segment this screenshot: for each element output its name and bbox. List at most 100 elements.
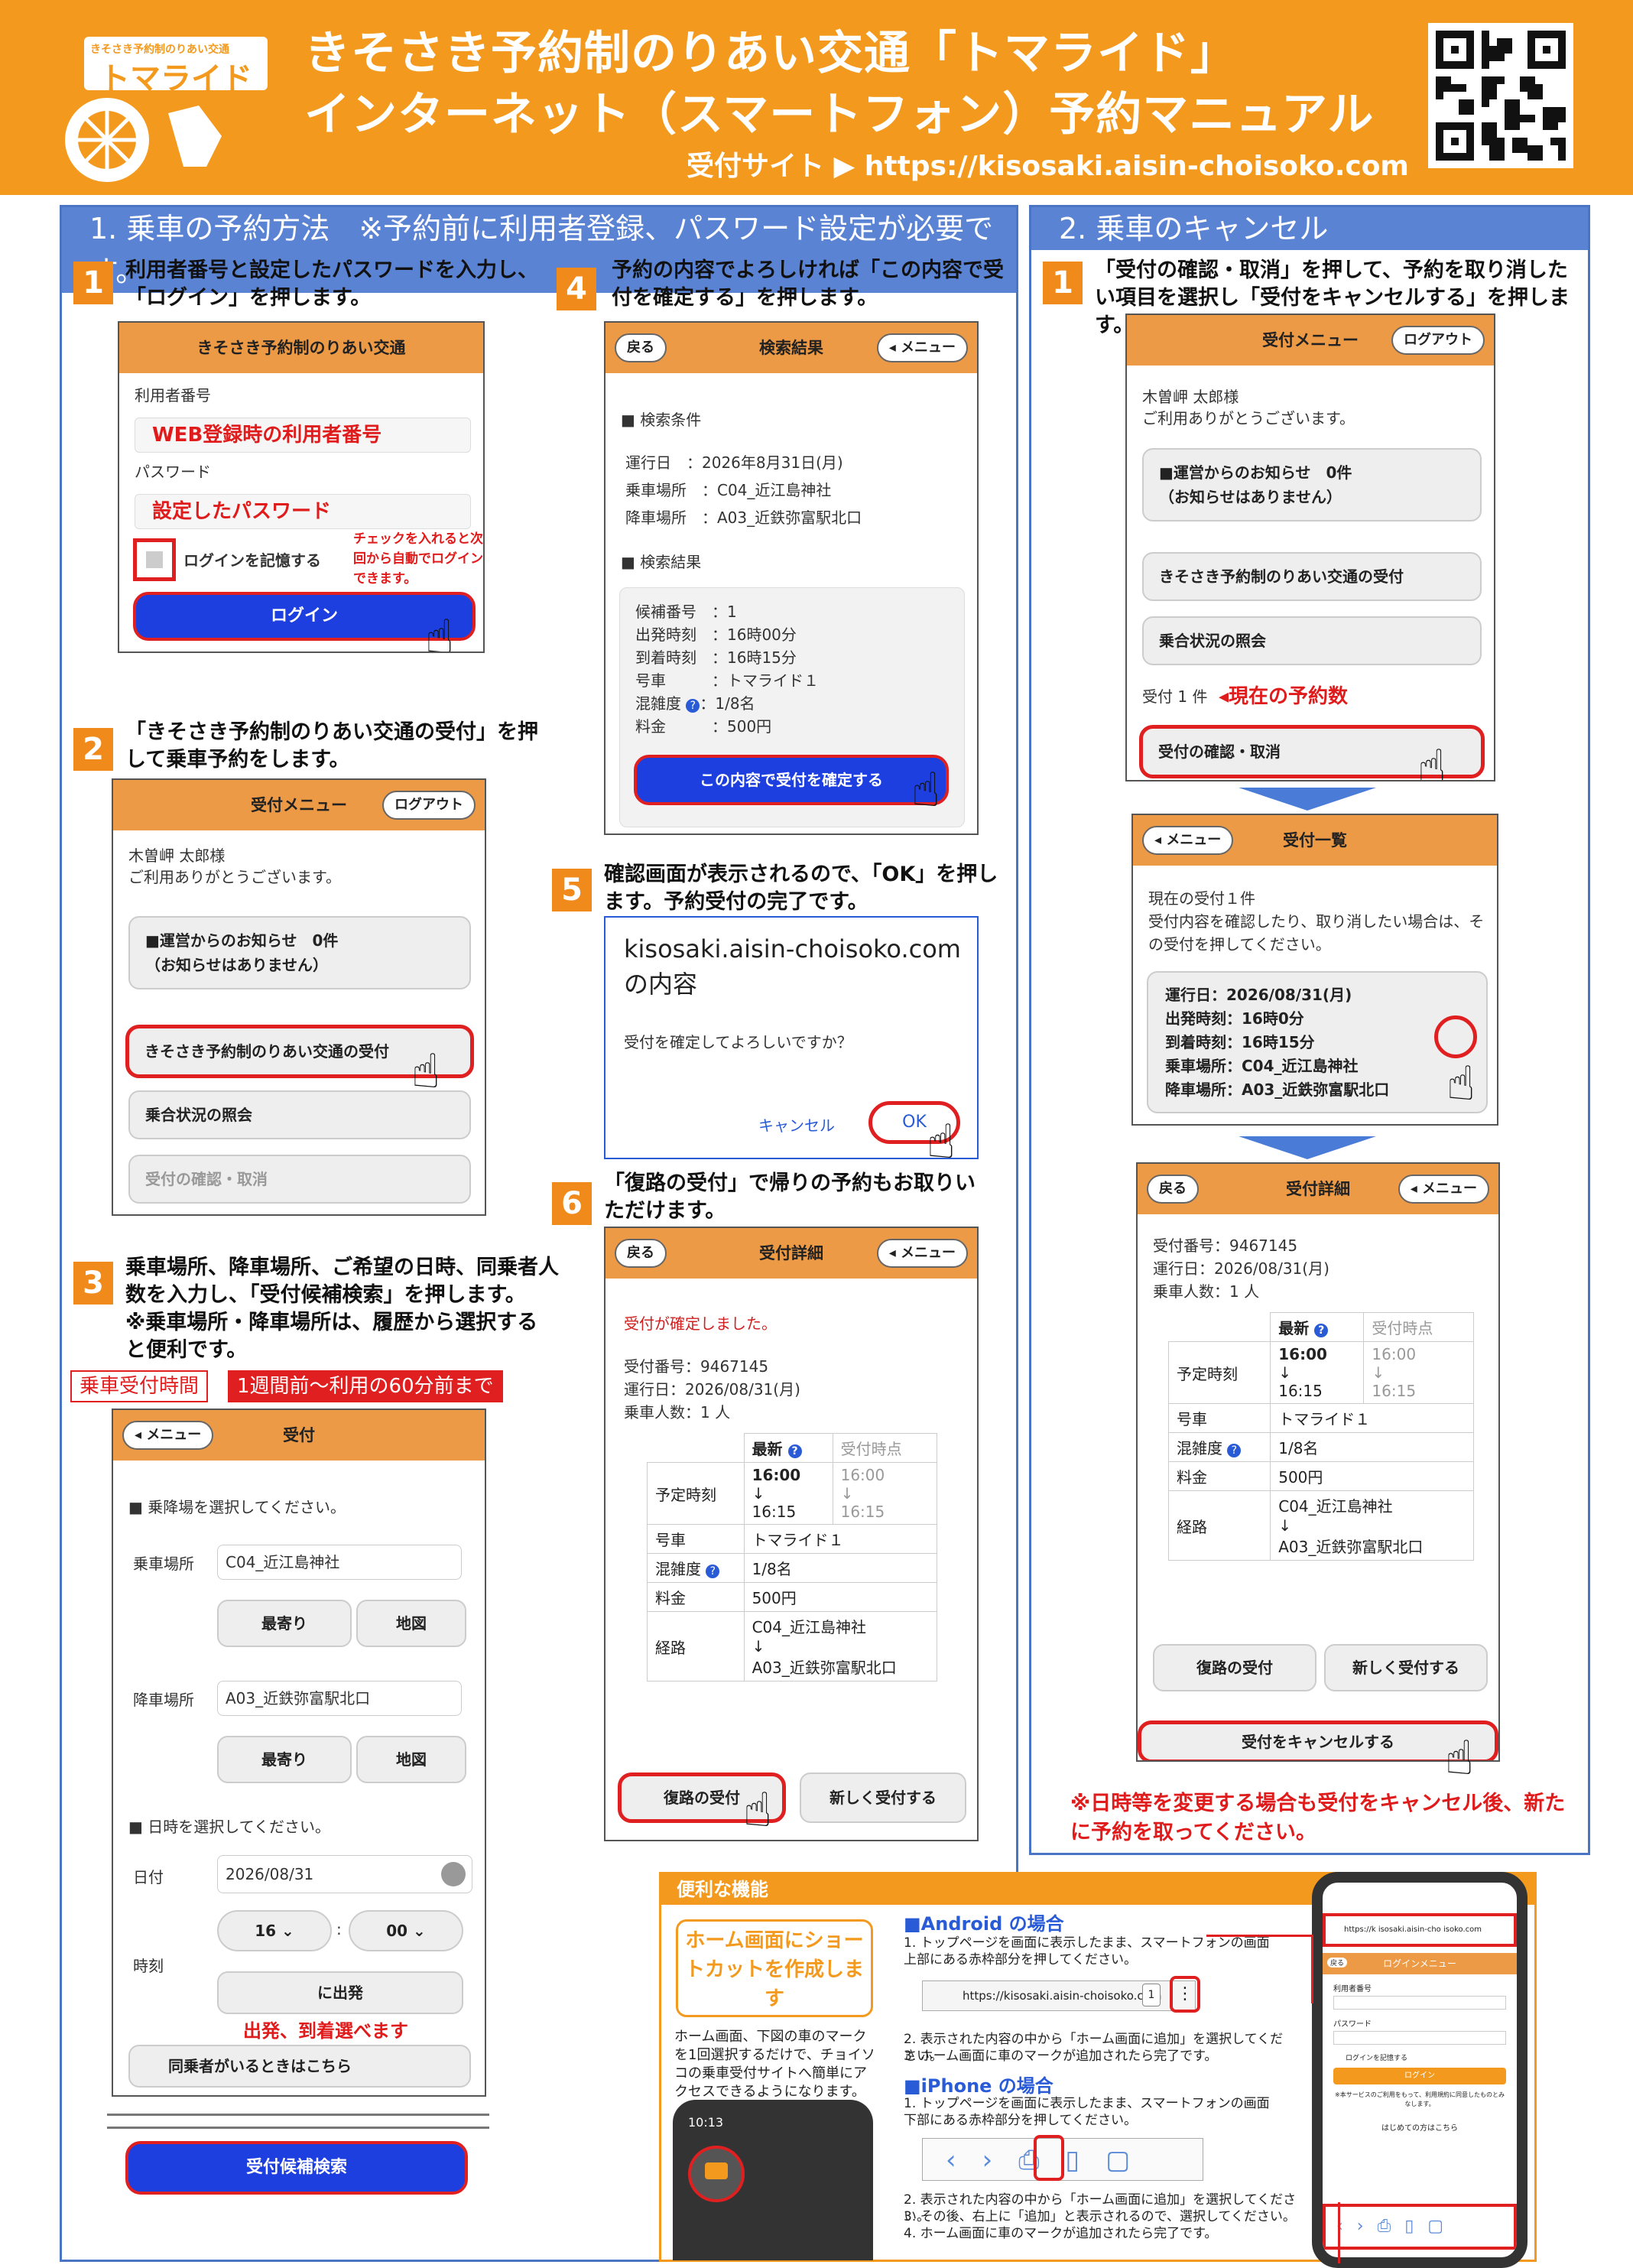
menu-button[interactable]: ◂ メニュー: [122, 1421, 214, 1450]
board-map-button[interactable]: 地図: [356, 1600, 466, 1647]
item-depart: 出発時刻：16時0分: [1165, 1009, 1304, 1028]
date-input[interactable]: 2026/08/31: [217, 1855, 472, 1893]
android-more-icon[interactable]: ⋮: [1170, 1976, 1200, 2013]
alight-nearest-button[interactable]: 最寄り: [217, 1736, 352, 1783]
congestion-label: 混雑度: [655, 1560, 701, 1578]
phone-url-bar[interactable]: https://k isosaki.aisin-cho isoko.com: [1323, 1913, 1517, 1947]
remember-note: チェックを入れると次回から自動でログインできます。: [353, 531, 483, 586]
cancel-detail-title: 受付詳細: [1286, 1180, 1350, 1198]
back-button[interactable]: 戻る: [615, 333, 667, 362]
time-latest-end: 16:15: [1278, 1382, 1323, 1400]
help-icon[interactable]: ?: [686, 699, 700, 713]
step-1-number: 1: [73, 262, 113, 304]
qr-code[interactable]: [1428, 23, 1573, 168]
help-icon[interactable]: ?: [1314, 1324, 1329, 1337]
row-route-label: 経路: [1167, 1490, 1271, 1561]
time-booked-end: 16:15: [1372, 1382, 1417, 1400]
row-fee-label: 料金: [647, 1582, 745, 1612]
logout-button[interactable]: ログアウト: [1391, 326, 1485, 355]
result-car: 号車 ：トマライド１: [635, 671, 819, 690]
board-nearest-button[interactable]: 最寄り: [217, 1600, 352, 1647]
remember-checkbox[interactable]: [133, 538, 176, 581]
password-input[interactable]: 設定したパスワード: [135, 494, 471, 529]
row-time-label: 予定時刻: [1167, 1341, 1271, 1404]
shortcut-desc: ホーム画面、下図の車のマークを1回選択するだけで、チョイソコの乗車受付サイトへ簡…: [674, 2029, 875, 2100]
back-button[interactable]: 戻る: [1147, 1175, 1199, 1204]
phone-time: 10:13: [688, 2115, 724, 2130]
menu-status-button[interactable]: 乗合状況の照会: [1142, 616, 1482, 665]
help-icon[interactable]: ?: [1227, 1444, 1242, 1457]
booking-count: 受付 1 件: [1142, 687, 1208, 706]
menu-button-label: メニュー: [901, 340, 956, 356]
time-booked-start: 16:00: [840, 1466, 885, 1484]
logout-button[interactable]: ログアウト: [382, 791, 476, 820]
minute-select[interactable]: 00 ⌄: [349, 1910, 463, 1951]
new-booking-button[interactable]: 新しく受付する: [800, 1772, 966, 1823]
alight-map-button[interactable]: 地図: [356, 1736, 466, 1783]
booking-form-title: 受付: [283, 1426, 315, 1444]
date-label: 日付: [133, 1868, 164, 1886]
route-from: C04_近江島神社: [1278, 1497, 1393, 1516]
search-results-heading: ■ 検索結果: [621, 553, 702, 571]
booking-list-header: ◂ メニュー 受付一覧: [1133, 815, 1497, 866]
step-6-number: 6: [552, 1182, 592, 1225]
tab-count-icon[interactable]: 1: [1142, 1984, 1161, 2006]
phone-pass-input[interactable]: [1333, 2031, 1506, 2045]
menu-confirm-button[interactable]: 受付の確認・取消: [128, 1155, 471, 1204]
dialog-cancel-button[interactable]: キャンセル: [758, 1113, 835, 1136]
login-screen-header: きそさき予約制のりあい交通: [119, 323, 483, 373]
menu-button[interactable]: ◂ メニュー: [876, 333, 968, 362]
item-date: 運行日：2026/08/31(月): [1165, 986, 1352, 1004]
congestion-value: ：1/8名: [700, 694, 755, 713]
help-icon[interactable]: ?: [787, 1444, 802, 1458]
board-select[interactable]: C04_近江島神社: [217, 1545, 462, 1580]
pointer-hand-icon: ☝: [911, 762, 940, 817]
login-button[interactable]: ログイン: [133, 592, 476, 641]
notice-box[interactable]: ■運営からのお知らせ 0件 （お知らせはありません）: [1142, 448, 1482, 522]
booking-date: 運行日：2026/08/31(月): [1153, 1259, 1329, 1278]
menu-screen-title: 受付メニュー: [251, 796, 347, 814]
menu-button[interactable]: ◂ メニュー: [1142, 826, 1234, 855]
confirm-booking-button[interactable]: この内容で受付を確定する: [634, 755, 949, 805]
phone-user-input[interactable]: [1333, 1996, 1506, 2010]
step-3-number: 3: [73, 1262, 113, 1305]
pointer-hand-icon: ☝: [1445, 1730, 1474, 1785]
calendar-icon[interactable]: [441, 1862, 466, 1886]
phone-remember[interactable]: ログインを記憶する: [1346, 2052, 1407, 2062]
user-number-input[interactable]: WEB登録時の利用者番号: [135, 418, 471, 453]
login-screen: きそさき予約制のりあい交通 利用者番号 WEB登録時の利用者番号 パスワード 設…: [118, 321, 485, 653]
depart-arrive-select[interactable]: に出発: [217, 1971, 463, 2014]
iphone-share-icon[interactable]: [1034, 2135, 1064, 2181]
booking-confirmed-message: 受付が確定しました。: [624, 1314, 777, 1333]
back-button[interactable]: 戻る: [615, 1239, 667, 1268]
phone-login-button[interactable]: ログイン: [1333, 2068, 1506, 2084]
alight-select[interactable]: A03_近鉄弥富駅北口: [217, 1681, 462, 1716]
phone-bottom-toolbar[interactable]: ‹›⎙▯▢: [1323, 2204, 1517, 2250]
menu-button[interactable]: ◂ メニュー: [1398, 1175, 1489, 1204]
site-url[interactable]: 受付サイト ▶ https://kisosaki.aisin-choisoko.…: [687, 144, 1409, 184]
time-booked-end: 16:15: [840, 1503, 885, 1521]
hour-value: 16: [255, 1922, 277, 1940]
menu-reservation-button[interactable]: きそさき予約制のりあい交通の受付: [1142, 552, 1482, 601]
notice-box[interactable]: ■運営からのお知らせ 0件 （お知らせはありません）: [128, 916, 471, 989]
col-latest-label: 最新: [1278, 1319, 1310, 1337]
app-shortcut-icon[interactable]: [688, 2146, 745, 2202]
item-select-icon[interactable]: [1434, 1015, 1477, 1058]
step-2-number: 2: [73, 728, 113, 771]
flow-arrow-down: [1239, 788, 1376, 811]
companion-button[interactable]: 同乗者がいるときはこちら: [128, 2045, 471, 2088]
search-candidates-button[interactable]: 受付候補検索: [125, 2141, 468, 2195]
phone-first-time-link[interactable]: はじめての方はこちら: [1333, 2121, 1506, 2133]
hour-select[interactable]: 16 ⌄: [217, 1910, 332, 1951]
search-result-screen: 戻る 検索結果 ◂ メニュー ■ 検索条件 運行日 ：2026年8月31日(月) 乗…: [604, 321, 979, 835]
new-booking-button[interactable]: 新しく受付する: [1324, 1644, 1488, 1691]
select-stop-heading: ■ 乗降場を選択してください。: [128, 1498, 346, 1516]
screen-cut-divider: [107, 2114, 489, 2129]
help-icon[interactable]: ?: [706, 1565, 720, 1578]
return-trip-button[interactable]: 復路の受付: [1153, 1644, 1316, 1691]
alight-label: 降車場所: [133, 1691, 194, 1709]
phone-back-button[interactable]: 戻る: [1327, 1958, 1348, 1967]
menu-button[interactable]: ◂ メニュー: [876, 1239, 968, 1268]
flow-arrow-down: [1239, 1136, 1376, 1159]
boarding-time-label: 乗車受付時間: [70, 1370, 209, 1402]
